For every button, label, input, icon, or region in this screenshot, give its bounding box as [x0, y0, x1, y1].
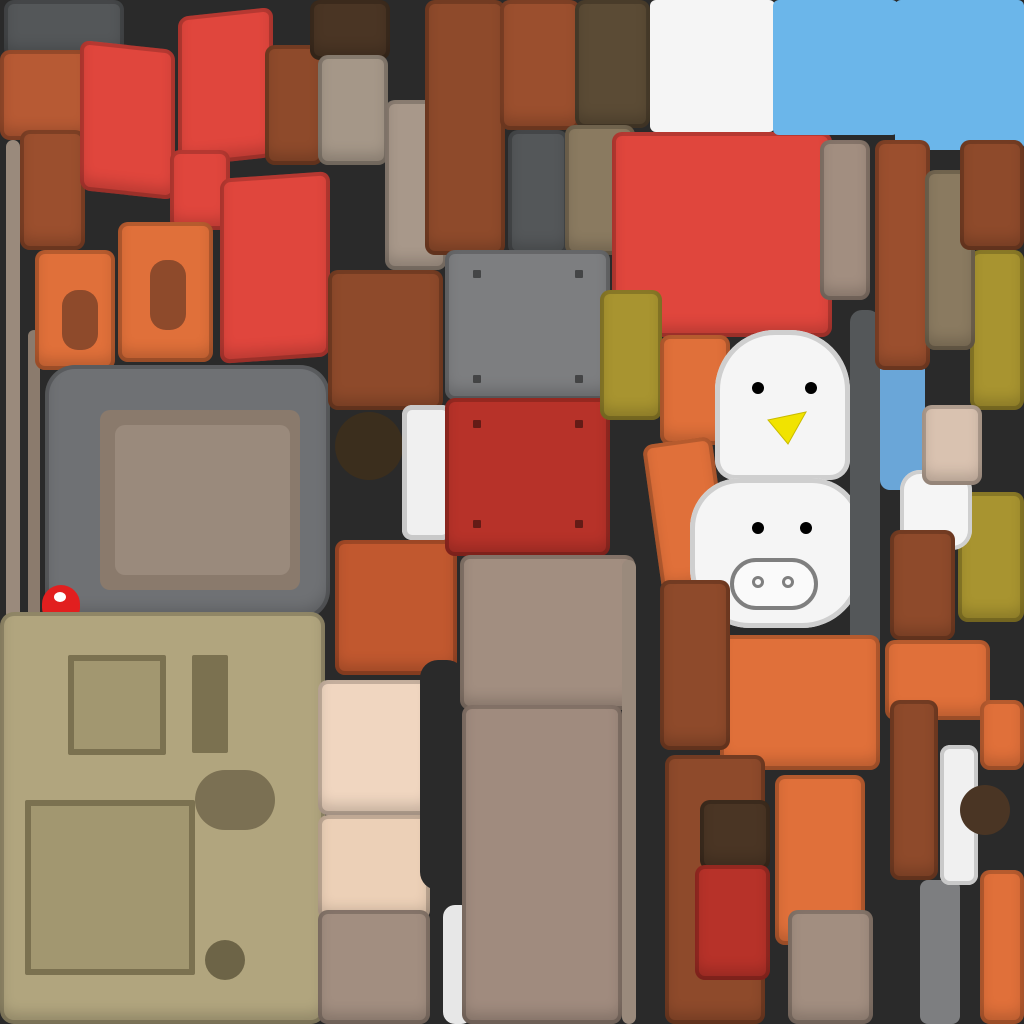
dark-circle-right	[960, 785, 1010, 835]
brown-block-right-3	[890, 530, 955, 640]
brown-block-right-2	[960, 140, 1024, 250]
beige-hand-block	[922, 405, 982, 485]
orange-plate-5	[980, 870, 1024, 1024]
texture-atlas	[0, 0, 1024, 1024]
dark-brown-plate	[700, 800, 770, 870]
brown-plate-1	[660, 580, 730, 750]
cow-eye-left	[752, 522, 764, 534]
brown-block-right-1	[875, 140, 930, 370]
chick-beak	[767, 411, 807, 445]
orange-plate-1	[720, 635, 880, 770]
beige-plate-bottom	[788, 910, 873, 1024]
cow-snout	[730, 558, 818, 610]
cow-eye-right	[800, 522, 812, 534]
grey-pole-bottom-right	[920, 880, 960, 1024]
cow-nostril-right	[782, 576, 794, 588]
red-slat-crate	[695, 865, 770, 980]
orange-plate-3	[980, 700, 1024, 770]
cow-nostril-left	[752, 576, 764, 588]
brown-plate-3	[890, 700, 938, 880]
